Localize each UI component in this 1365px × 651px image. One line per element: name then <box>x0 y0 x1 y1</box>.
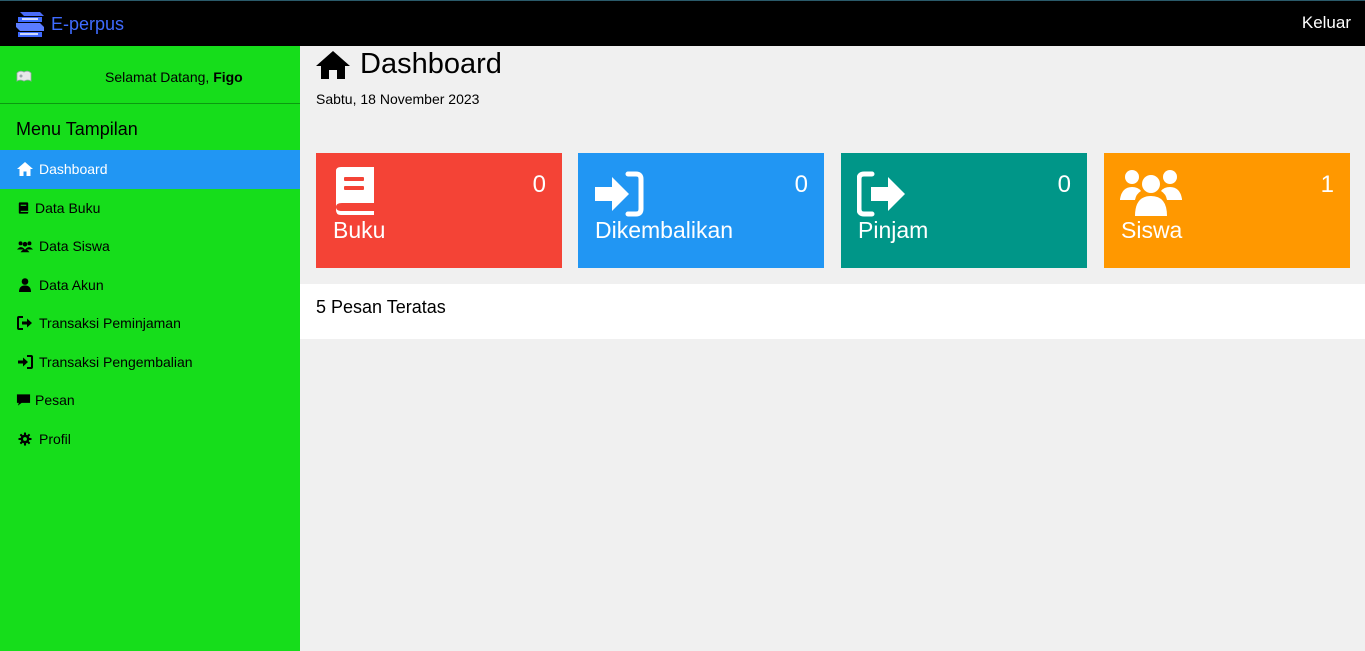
book-stack-icon <box>16 12 44 37</box>
welcome-panel: Selamat Datang, Figo <box>0 46 300 104</box>
current-date: Sabtu, 18 November 2023 <box>316 91 480 107</box>
sidebar-item-label: Data Buku <box>35 199 101 216</box>
sidebar-item-label: Transaksi Peminjaman <box>39 315 181 332</box>
sign-out-icon <box>16 316 34 331</box>
book-icon <box>336 167 374 215</box>
sidebar-item-data-siswa[interactable]: Data Siswa <box>0 227 300 266</box>
top-bar: E-perpus Keluar <box>0 0 1365 46</box>
sidebar-item-pesan[interactable]: Pesan <box>0 381 300 420</box>
user-name: Figo <box>213 69 243 85</box>
welcome-text: Selamat Datang, Figo <box>105 69 243 85</box>
stat-card-buku[interactable]: 0 Buku <box>316 153 562 268</box>
card-count: 1 <box>1320 171 1334 198</box>
page-header: Dashboard <box>316 48 502 81</box>
sidebar-item-label: Pesan <box>35 392 75 409</box>
sidebar-item-transaksi-pengembalian[interactable]: Transaksi Pengembalian <box>0 343 300 382</box>
card-count: 0 <box>1057 171 1071 198</box>
card-label: Dikembalikan <box>595 217 734 243</box>
book-icon <box>16 201 31 215</box>
sidebar: Selamat Datang, Figo Menu Tampilan Dashb… <box>0 46 300 651</box>
sidebar-item-profil[interactable]: Profil <box>0 420 300 459</box>
messages-panel: 5 Pesan Teratas <box>300 284 1365 339</box>
users-icon <box>1120 170 1182 216</box>
sidebar-item-label: Data Siswa <box>39 238 110 255</box>
sign-in-icon <box>16 354 34 369</box>
sidebar-item-label: Transaksi Pengembalian <box>39 353 193 370</box>
page-title: Dashboard <box>360 48 502 80</box>
sidebar-item-dashboard[interactable]: Dashboard <box>0 150 300 189</box>
sidebar-item-data-akun[interactable]: Data Akun <box>0 266 300 305</box>
logout-link[interactable]: Keluar <box>1302 13 1351 33</box>
sign-out-icon <box>857 171 905 217</box>
home-icon <box>16 162 34 177</box>
users-icon <box>16 239 34 253</box>
comment-icon <box>16 393 31 407</box>
stat-card-dikembalikan[interactable]: 0 Dikembalikan <box>578 153 824 268</box>
home-icon <box>316 50 350 79</box>
stat-card-pinjam[interactable]: 0 Pinjam <box>841 153 1087 268</box>
gear-icon <box>16 432 34 446</box>
card-label: Buku <box>333 217 386 243</box>
sidebar-item-label: Dashboard <box>39 161 108 178</box>
stat-card-siswa[interactable]: 1 Siswa <box>1104 153 1350 268</box>
card-label: Siswa <box>1121 217 1183 243</box>
brand-title: E-perpus <box>51 13 125 34</box>
card-count: 0 <box>794 171 808 198</box>
user-icon <box>16 277 34 292</box>
messages-title: 5 Pesan Teratas <box>316 297 446 317</box>
sidebar-item-label: Profil <box>39 430 71 447</box>
brand-link[interactable]: E-perpus <box>14 8 124 40</box>
sidebar-item-label: Data Akun <box>39 276 104 293</box>
avatar-image-icon <box>16 70 32 82</box>
welcome-prefix: Selamat Datang, <box>105 69 210 85</box>
card-label: Pinjam <box>858 217 929 243</box>
sidebar-item-transaksi-peminjaman[interactable]: Transaksi Peminjaman <box>0 304 300 343</box>
sidebar-item-data-buku[interactable]: Data Buku <box>0 189 300 228</box>
card-count: 0 <box>532 171 546 198</box>
sign-in-icon <box>595 171 644 217</box>
menu-heading: Menu Tampilan <box>16 119 138 139</box>
main-content: Dashboard Sabtu, 18 November 2023 0 Buku… <box>300 46 1365 651</box>
